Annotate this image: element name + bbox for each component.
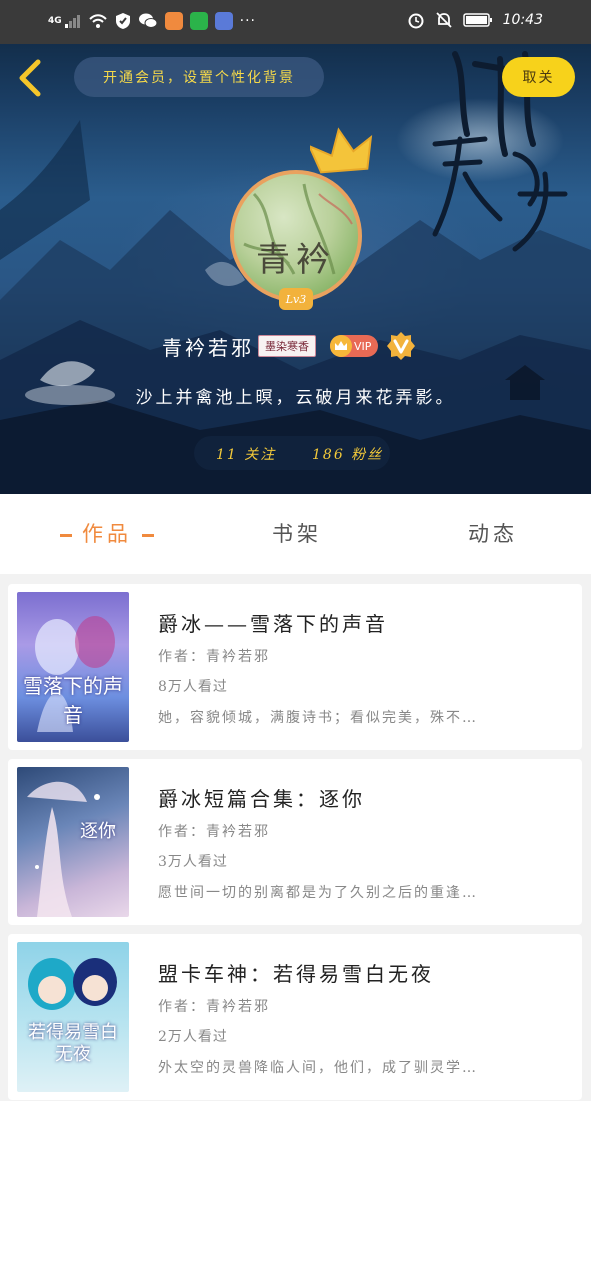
book-title[interactable]: 盟卡车神：若得易雪白无夜	[158, 958, 434, 987]
username-row: 青衿若邪 墨染寒香 VIP	[162, 330, 416, 362]
book-cover[interactable]: 雪落下的声音	[17, 592, 129, 742]
book-title[interactable]: 爵冰短篇合集：逐你	[158, 783, 365, 812]
iqiyi-app-icon	[189, 12, 208, 30]
followers-count[interactable]: 186 粉丝	[312, 444, 383, 464]
cover-title: 逐你	[80, 821, 116, 842]
shield-icon	[115, 13, 130, 29]
book-description: 外太空的灵兽降临人间，他们，成了驯灵学…	[158, 1060, 478, 1076]
cover-art	[28, 958, 117, 1010]
mute-bell-icon	[436, 12, 452, 28]
cover-title: 若得易雪白无夜	[28, 1022, 118, 1065]
follow-stats: 11 关注 186 粉丝	[194, 436, 390, 470]
book-views: 3万人看过	[158, 854, 228, 870]
active-tab-dash-left	[60, 534, 72, 537]
wechat-icon	[138, 13, 158, 28]
status-bar: 4G ··· 10:43	[0, 0, 591, 44]
book-list: 雪落下的声音 爵冰——雪落下的声音 作者：青衿若邪 8万人看过 她，容貌倾城，满…	[0, 574, 591, 1101]
unfollow-button[interactable]: 取关	[502, 57, 575, 97]
book-author: 作者：青衿若邪	[158, 824, 270, 840]
vip-background-promo[interactable]: 开通会员，设置个性化背景	[74, 57, 324, 97]
clock: 10:43	[502, 12, 543, 28]
signal-icon	[64, 15, 80, 28]
content-tabs: 作品 书架 动态	[0, 494, 591, 574]
network-type: 4G	[48, 16, 62, 26]
book-description: 她，容貌倾城，满腹诗书；看似完美，殊不…	[158, 710, 478, 726]
book-author: 作者：青衿若邪	[158, 999, 270, 1015]
verified-v-icon	[387, 332, 415, 360]
cover-title: 雪落下的声音	[23, 674, 123, 727]
book-card[interactable]: 逐你 爵冰短篇合集：逐你 作者：青衿若邪 3万人看过 愿世间一切的别离都是为了久…	[8, 759, 582, 925]
avatar-text: 青衿	[256, 240, 336, 280]
signature: 沙上并禽池上暝，云破月来花弄影。	[135, 388, 456, 408]
vip-crown-icon	[330, 335, 352, 357]
book-author: 作者：青衿若邪	[158, 649, 270, 665]
active-tab-dash-right	[142, 534, 154, 537]
more-notifications-icon: ···	[239, 13, 257, 29]
tab-bookshelf-label: 书架	[272, 522, 322, 546]
wifi-icon	[88, 14, 107, 28]
book-description: 愿世间一切的别离都是为了久别之后的重逢…	[158, 885, 478, 901]
music-app-icon	[214, 12, 233, 30]
level-badge: Lv3	[279, 288, 313, 310]
profile-header: 4G ··· 10:43 开通会员，设置个性化背景 取关 青衿 Lv3 青衿若邪…	[0, 0, 591, 494]
book-card[interactable]: 若得易雪白无夜 盟卡车神：若得易雪白无夜 作者：青衿若邪 2万人看过 外太空的灵…	[8, 934, 582, 1100]
back-arrow-icon	[19, 59, 41, 97]
avatar[interactable]: 青衿	[230, 170, 362, 302]
tab-activity[interactable]: 动态	[468, 518, 518, 548]
vip-label: VIP	[354, 339, 372, 353]
book-views: 2万人看过	[158, 1029, 228, 1045]
following-count[interactable]: 11 关注	[216, 444, 276, 464]
battery-icon	[462, 13, 492, 27]
back-button[interactable]	[12, 58, 48, 98]
book-cover[interactable]: 逐你	[17, 767, 129, 917]
alarm-icon	[408, 13, 424, 29]
book-cover[interactable]: 若得易雪白无夜	[17, 942, 129, 1092]
tab-bookshelf[interactable]: 书架	[272, 518, 322, 548]
title-badge: 墨染寒香	[258, 335, 316, 357]
book-card[interactable]: 雪落下的声音 爵冰——雪落下的声音 作者：青衿若邪 8万人看过 她，容貌倾城，满…	[8, 584, 582, 750]
book-views: 8万人看过	[158, 679, 228, 695]
tab-works-label: 作品	[82, 522, 132, 546]
username: 青衿若邪	[162, 335, 254, 360]
book-title[interactable]: 爵冰——雪落下的声音	[158, 608, 388, 637]
tab-activity-label: 动态	[468, 522, 518, 546]
avatar-image: 青衿	[230, 170, 362, 302]
video-app-icon	[164, 12, 183, 30]
tab-works[interactable]: 作品	[50, 518, 164, 548]
vip-badge[interactable]: VIP	[330, 335, 378, 357]
